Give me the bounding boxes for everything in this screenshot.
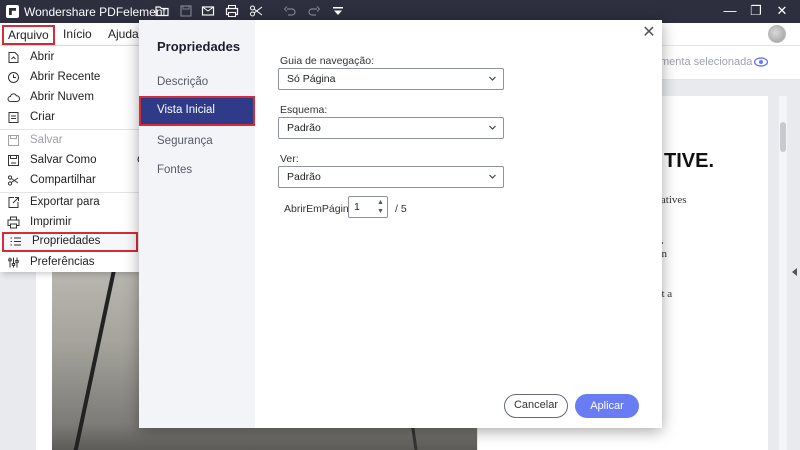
file-menu-item-label: Criar	[30, 111, 55, 123]
create-icon	[7, 111, 20, 124]
save-as-icon	[7, 154, 20, 167]
app-title: Wondershare PDFelement	[24, 5, 166, 19]
chevron-down-icon	[489, 125, 496, 130]
file-menu-item-abrir-nuvem[interactable]: Abrir Nuvem	[0, 88, 139, 108]
print-icon[interactable]	[224, 4, 240, 18]
print-icon	[7, 216, 20, 229]
open-page-stepper[interactable]: 1 ▲ ▼	[348, 196, 388, 218]
export-icon	[7, 196, 20, 209]
folder-icon[interactable]	[154, 4, 170, 18]
file-menu-item-label: Salvar	[30, 134, 63, 146]
file-menu-item-criar[interactable]: Criar	[0, 108, 139, 128]
tab-descricao[interactable]: Descrição	[157, 76, 208, 88]
properties-icon	[9, 235, 22, 248]
file-menu-item-label: Abrir	[30, 51, 55, 63]
avatar[interactable]	[768, 25, 786, 43]
file-menu-item-exportar[interactable]: Exportar para	[0, 193, 139, 213]
layout-label: Esquema:	[280, 104, 328, 116]
menu-divider	[0, 129, 139, 130]
file-menu-item-imprimir[interactable]: Imprimir	[0, 213, 139, 233]
dialog-sidebar: Propriedades Descrição Vista Inicial Seg…	[139, 20, 255, 428]
scrollbar-thumb[interactable]	[780, 122, 786, 152]
menu-ajuda[interactable]: Ajuda	[108, 27, 139, 41]
file-menu-item-label: Salvar Como	[30, 154, 97, 166]
menu-arquivo[interactable]: Arquivo	[2, 25, 55, 45]
file-menu-item-abrir-recente[interactable]: Abrir Recente	[0, 68, 139, 88]
side-panel-arrow-icon[interactable]	[792, 268, 797, 276]
open-page-label: AbrirEmPágina:	[284, 203, 358, 215]
file-menu-item-label: Compartilhar	[30, 174, 96, 186]
layout-select[interactable]: Padrão	[278, 117, 504, 139]
chevron-down-icon	[489, 174, 496, 179]
undo-icon[interactable]	[282, 4, 298, 18]
properties-dialog: Propriedades Descrição Vista Inicial Seg…	[139, 20, 662, 428]
file-menu-item-label: Preferências	[30, 256, 95, 268]
view-label: Ver:	[280, 153, 299, 165]
minimize-button[interactable]: —	[720, 3, 740, 19]
save-icon	[7, 134, 20, 147]
file-menu-item-label: Abrir Recente	[30, 71, 101, 83]
save-icon[interactable]	[178, 4, 194, 18]
file-menu: Abrir Abrir Recente Abrir Nuvem Criar Sa…	[0, 46, 139, 272]
open-page-value: 1	[354, 201, 360, 213]
file-menu-item-label: Propriedades	[32, 235, 101, 247]
stepper-down-icon[interactable]: ▼	[376, 207, 385, 216]
tab-seguranca[interactable]: Segurança	[157, 135, 213, 147]
navigation-label: Guia de navegação:	[280, 55, 374, 67]
chevron-down-icon	[489, 76, 496, 81]
open-icon	[7, 51, 20, 64]
file-menu-item-label: Abrir Nuvem	[30, 91, 94, 103]
view-value: Padrão	[287, 171, 321, 183]
close-window-button[interactable]: ✕	[772, 3, 792, 19]
preferences-icon	[7, 256, 20, 269]
cancel-button[interactable]: Cancelar	[504, 394, 568, 418]
dialog-title: Propriedades	[157, 39, 241, 54]
selection-label: menta selecionada	[660, 56, 753, 68]
file-menu-item-label: Exportar para	[30, 196, 100, 208]
file-menu-item-salvar-como[interactable]: Salvar Como	[0, 151, 139, 171]
layout-value: Padrão	[287, 122, 321, 134]
file-menu-item-abrir[interactable]: Abrir	[0, 48, 139, 68]
file-menu-item-preferencias[interactable]: Preferências	[0, 253, 139, 273]
stepper-up-icon[interactable]: ▲	[376, 198, 385, 207]
page-margin	[36, 270, 52, 450]
apply-button[interactable]: Aplicar	[575, 394, 639, 418]
tab-fontes[interactable]: Fontes	[157, 164, 192, 176]
file-menu-item-propriedades[interactable]: Propriedades	[2, 232, 138, 252]
eye-icon[interactable]	[754, 56, 768, 68]
view-select[interactable]: Padrão	[278, 166, 504, 188]
navigation-select[interactable]: Só Página	[278, 68, 504, 90]
document-heading: TIVE.	[664, 150, 715, 172]
tab-vista-inicial[interactable]: Vista Inicial	[139, 96, 255, 126]
page-total: / 5	[395, 203, 407, 215]
navigation-value: Só Página	[287, 73, 336, 85]
quick-access-dropdown-icon[interactable]	[330, 4, 346, 18]
scissors-icon[interactable]	[248, 4, 264, 18]
mail-icon[interactable]	[200, 4, 216, 18]
ribbon-toolbar: menta selecionada	[660, 46, 800, 80]
vertical-scrollbar[interactable]	[779, 96, 787, 450]
app-logo-icon	[6, 5, 19, 18]
menu-inicio[interactable]: Início	[63, 27, 92, 41]
file-menu-item-salvar: Salvar	[0, 131, 139, 151]
cloud-icon	[7, 91, 21, 104]
file-menu-item-label: Imprimir	[30, 216, 72, 228]
file-menu-item-compartilhar[interactable]: Compartilhar	[0, 171, 139, 191]
share-icon	[7, 174, 20, 187]
close-icon[interactable]: ✕	[642, 25, 656, 41]
clock-icon	[7, 71, 20, 84]
redo-icon[interactable]	[306, 4, 322, 18]
restore-button[interactable]: ❐	[746, 3, 766, 19]
